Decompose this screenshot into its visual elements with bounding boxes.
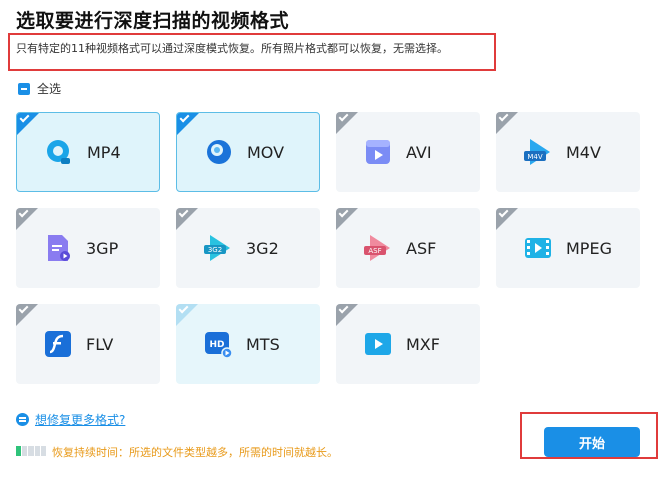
- format-grid: MP4 MOV AVI M4V M4V 3GP 3G2 3G2 ASF ASF …: [16, 112, 640, 384]
- mov-icon: [207, 140, 231, 164]
- more-formats-label: 想修复更多格式?: [35, 413, 126, 427]
- mts-icon: HD: [205, 332, 233, 359]
- page-title: 选取要进行深度扫描的视频格式: [16, 10, 290, 32]
- svg-text:M4V: M4V: [527, 153, 542, 161]
- duration-progress-bar: [16, 446, 47, 456]
- format-card-mpeg[interactable]: MPEG: [496, 208, 640, 288]
- format-card-mp4[interactable]: MP4: [16, 112, 160, 192]
- format-card-flv[interactable]: FLV: [16, 304, 160, 384]
- svg-text:3G2: 3G2: [208, 246, 222, 254]
- format-card-mts[interactable]: HD MTS: [176, 304, 320, 384]
- avi-icon: [366, 140, 390, 164]
- 3gp-icon: [48, 235, 70, 261]
- 3g2-icon: 3G2: [204, 235, 230, 261]
- chat-bubble-icon: [16, 413, 29, 426]
- format-card-3g2[interactable]: 3G2 3G2: [176, 208, 320, 288]
- format-card-mov[interactable]: MOV: [176, 112, 320, 192]
- format-card-avi[interactable]: AVI: [336, 112, 480, 192]
- partial-check-icon: [18, 82, 30, 95]
- mpeg-icon: [525, 238, 551, 258]
- select-all-label: 全选: [37, 82, 62, 96]
- mp4-icon: [47, 140, 70, 164]
- duration-note: 恢复持续时间：所选的文件类型越多，所需的时间就越长。: [52, 446, 338, 459]
- svg-text:ASF: ASF: [368, 247, 381, 255]
- start-button[interactable]: 开始: [544, 427, 640, 457]
- format-card-3gp[interactable]: 3GP: [16, 208, 160, 288]
- mxf-icon: [365, 333, 391, 355]
- svg-text:HD: HD: [209, 340, 224, 350]
- select-all-checkbox[interactable]: 全选: [18, 80, 61, 97]
- m4v-icon: M4V: [524, 139, 550, 165]
- format-card-mxf[interactable]: MXF: [336, 304, 480, 384]
- format-card-m4v[interactable]: M4V M4V: [496, 112, 640, 192]
- more-formats-link[interactable]: 想修复更多格式?: [16, 411, 125, 428]
- format-note: 只有特定的11种视频格式可以通过深度模式恢复。所有照片格式都可以恢复，无需选择。: [16, 42, 448, 55]
- format-card-asf[interactable]: ASF ASF: [336, 208, 480, 288]
- asf-icon: ASF: [364, 235, 390, 261]
- flv-icon: [45, 331, 71, 357]
